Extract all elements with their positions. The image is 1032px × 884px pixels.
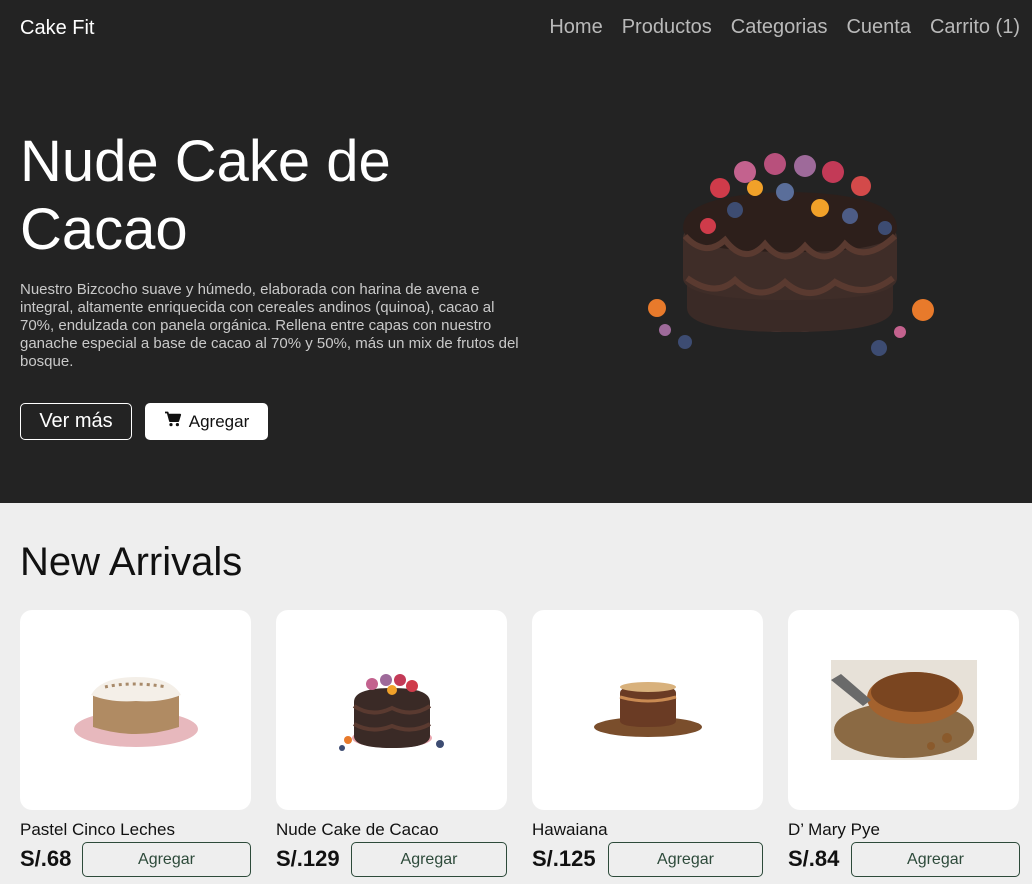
product-name[interactable]: Pastel Cinco Leches xyxy=(20,820,175,840)
product-image-cinco-leches[interactable] xyxy=(20,610,251,810)
hero-add-button[interactable]: Agregar xyxy=(145,403,268,440)
product-image-mary-pye[interactable] xyxy=(788,610,1019,810)
nav-categorias[interactable]: Categorias xyxy=(731,16,828,39)
main-nav: Home Productos Categorias Cuenta Carrito… xyxy=(549,16,1020,39)
nav-cuenta[interactable]: Cuenta xyxy=(846,16,911,39)
product-image-nude-cake[interactable] xyxy=(276,610,507,810)
hero-add-label: Agregar xyxy=(188,411,250,431)
nav-carrito[interactable]: Carrito (1) xyxy=(930,16,1020,39)
ver-mas-button[interactable]: Ver más xyxy=(20,403,132,440)
nav-home[interactable]: Home xyxy=(549,16,602,39)
product-card: Nude Cake de Cacao S/.129 Agregar xyxy=(276,610,507,877)
add-to-cart-button[interactable]: Agregar xyxy=(351,842,507,877)
product-price: S/.125 xyxy=(532,846,596,871)
add-to-cart-button[interactable]: Agregar xyxy=(851,842,1020,877)
hero-section: Cake Fit Home Productos Categorias Cuent… xyxy=(0,0,1032,503)
add-to-cart-button[interactable]: Agregar xyxy=(608,842,763,877)
nav-productos[interactable]: Productos xyxy=(622,16,712,39)
hero-description: Nuestro Bizcocho suave y húmedo, elabora… xyxy=(20,281,519,370)
product-price: S/.129 xyxy=(276,846,340,871)
product-name[interactable]: Hawaiana xyxy=(532,820,608,840)
product-image-hawaiana[interactable] xyxy=(532,610,763,810)
cart-icon xyxy=(164,411,182,432)
product-card: D’ Mary Pye S/.84 Agregar xyxy=(788,610,1020,877)
brand-logo[interactable]: Cake Fit xyxy=(20,17,94,40)
product-price: S/.68 xyxy=(20,846,72,871)
product-name[interactable]: Nude Cake de Cacao xyxy=(276,820,439,840)
product-name[interactable]: D’ Mary Pye xyxy=(788,820,880,840)
hero-title: Nude Cake de Cacao xyxy=(20,129,391,262)
product-card: Hawaiana S/.125 Agregar xyxy=(532,610,763,877)
new-arrivals-title: New Arrivals xyxy=(20,540,243,584)
product-price: S/.84 xyxy=(788,846,840,871)
add-to-cart-button[interactable]: Agregar xyxy=(82,842,251,877)
hero-cake-image xyxy=(625,128,945,373)
product-card: Pastel Cinco Leches S/.68 Agregar xyxy=(20,610,251,877)
